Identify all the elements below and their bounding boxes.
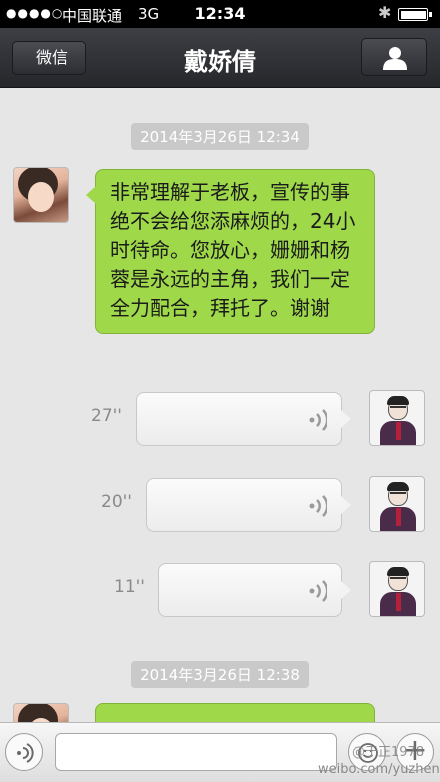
voice-wave-icon [309, 409, 327, 431]
voice-message-row: 20'' [0, 476, 440, 534]
voice-duration: 20'' [101, 492, 132, 512]
voice-message-bubble[interactable] [146, 478, 351, 532]
watermark-handle: @于正1978 [352, 745, 425, 760]
voice-duration: 27'' [91, 406, 122, 426]
voice-wave-icon [309, 495, 327, 517]
watermark-url: weibo.com/yuzheng [318, 762, 440, 777]
status-bar: ●●●●○ 中国联通 3G 12:34 ✱ [0, 0, 440, 28]
message-timestamp: 2014年3月26日 12:38 [0, 661, 440, 688]
message-timestamp: 2014年3月26日 12:34 [0, 123, 440, 150]
voice-duration: 11'' [114, 577, 145, 597]
chat-history[interactable]: 2014年3月26日 12:34 非常理解于老板，宣传的事绝不会给您添麻烦的，2… [0, 89, 440, 722]
message-input[interactable] [55, 733, 337, 771]
contact-profile-button[interactable] [361, 38, 427, 76]
my-avatar[interactable] [369, 476, 425, 532]
voice-icon [17, 743, 34, 763]
bluetooth-icon: ✱ [378, 3, 392, 22]
voice-input-toggle-button[interactable] [5, 733, 43, 771]
voice-message-row: 11'' [0, 561, 440, 619]
voice-message-bubble[interactable] [136, 392, 351, 446]
battery-icon [398, 8, 432, 21]
navigation-bar: 微信 戴娇倩 [0, 28, 440, 88]
back-button[interactable]: 微信 [12, 41, 86, 75]
chat-title: 戴娇倩 [184, 48, 256, 76]
my-avatar[interactable] [369, 390, 425, 446]
contact-avatar[interactable] [13, 167, 69, 223]
voice-message-bubble[interactable] [158, 563, 351, 617]
received-text-message[interactable]: 非常理解于老板，宣传的事绝不会给您添麻烦的，24小时待命。您放心，姗姗和杨蓉是永… [86, 169, 375, 334]
voice-message-row: 27'' [0, 390, 440, 448]
contact-avatar[interactable] [13, 703, 69, 722]
person-icon [383, 47, 407, 70]
received-text-message[interactable] [95, 703, 375, 722]
status-time: 12:34 [194, 4, 246, 23]
my-avatar[interactable] [369, 561, 425, 617]
voice-wave-icon [309, 580, 327, 602]
